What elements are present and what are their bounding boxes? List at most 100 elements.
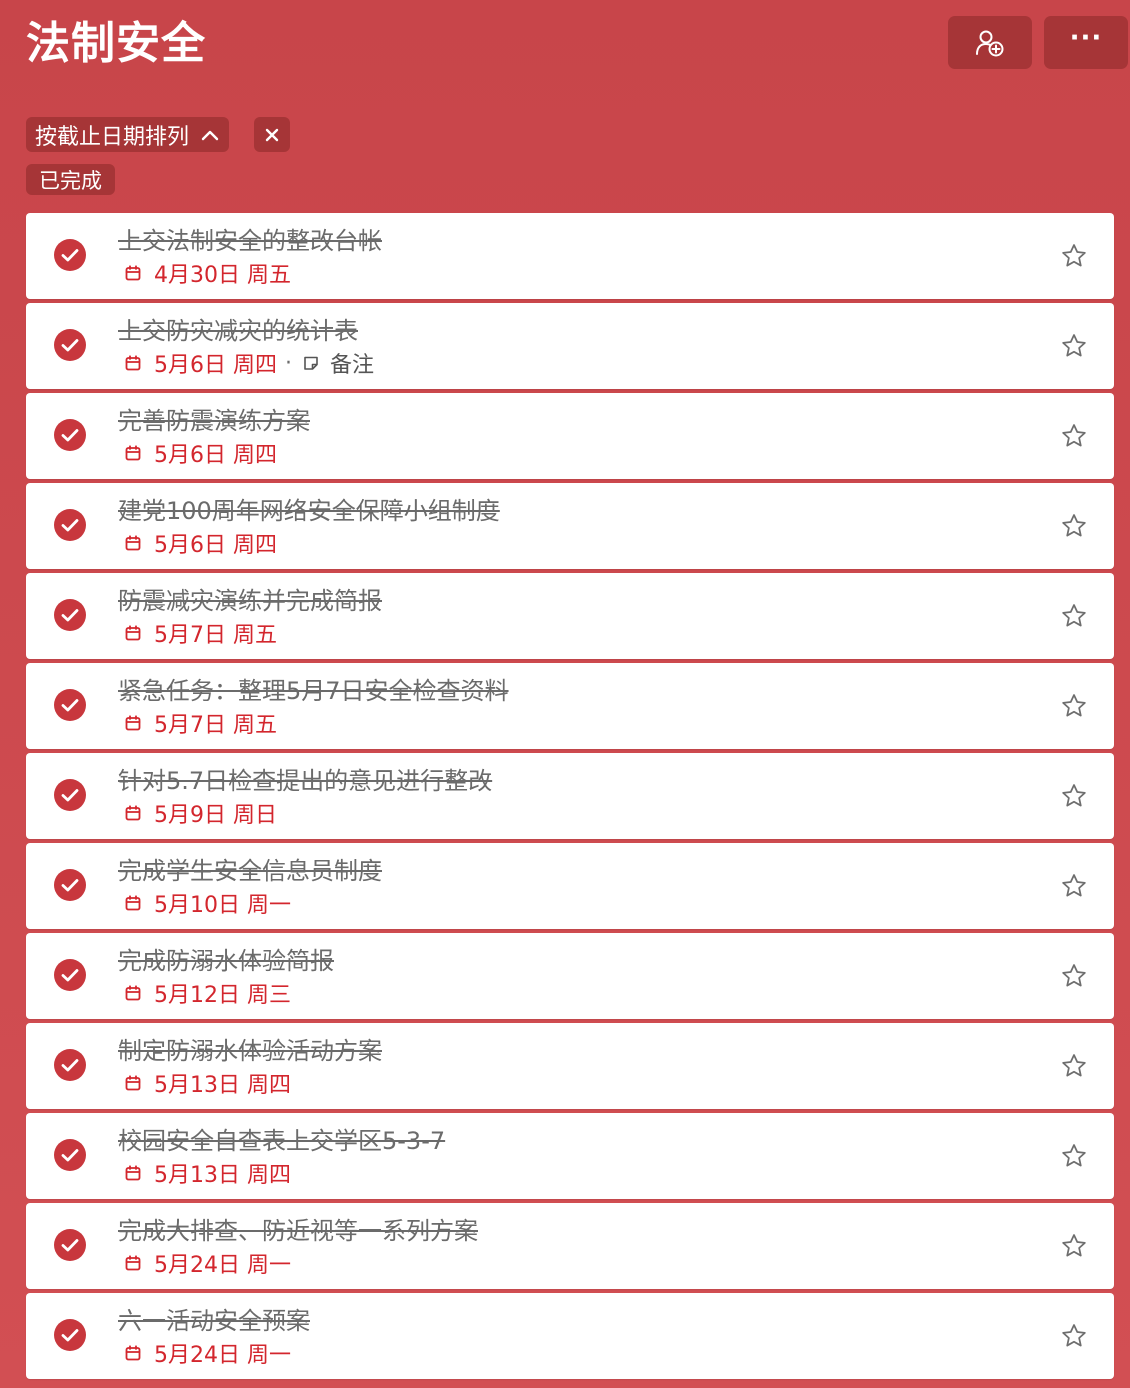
completed-checkbox[interactable] xyxy=(54,1139,86,1171)
task-row[interactable]: 完成学生安全信息员制度 5月10日 周一 xyxy=(26,843,1114,929)
checkmark-icon xyxy=(61,879,79,892)
task-list: 上交法制安全的整改台帐 4月30日 周五 上交防灾减灾的统计表 5月6日 周四 … xyxy=(26,213,1114,1383)
task-due-date: 5月6日 周四 xyxy=(154,353,277,378)
star-icon[interactable] xyxy=(1060,242,1088,270)
completed-checkbox[interactable] xyxy=(54,1319,86,1351)
completed-checkbox[interactable] xyxy=(54,509,86,541)
task-due-date: 4月30日 周五 xyxy=(154,263,291,288)
task-title: 上交法制安全的整改台帐 xyxy=(118,227,382,255)
calendar-icon xyxy=(124,534,142,552)
completed-checkbox[interactable] xyxy=(54,1049,86,1081)
completed-checkbox[interactable] xyxy=(54,239,86,271)
task-meta: 5月13日 周四 xyxy=(124,1158,291,1188)
task-title: 防震减灾演练并完成简报 xyxy=(118,587,382,615)
calendar-icon xyxy=(124,984,142,1002)
completed-checkbox[interactable] xyxy=(54,599,86,631)
task-row[interactable]: 校园安全自查表上交学区5-3-7 5月13日 周四 xyxy=(26,1113,1114,1199)
completed-checkbox[interactable] xyxy=(54,779,86,811)
calendar-icon xyxy=(124,1254,142,1272)
star-icon[interactable] xyxy=(1060,1232,1088,1260)
task-row[interactable]: 防震减灾演练并完成简报 5月7日 周五 xyxy=(26,573,1114,659)
task-due-date: 5月6日 周四 xyxy=(154,533,277,558)
star-icon[interactable] xyxy=(1060,1052,1088,1080)
star-icon[interactable] xyxy=(1060,422,1088,450)
task-meta: 5月6日 周四 xyxy=(124,528,277,558)
sort-by-due-date-chip[interactable]: 按截止日期排列 xyxy=(26,117,230,152)
checkmark-icon xyxy=(61,249,79,262)
star-icon[interactable] xyxy=(1060,1142,1088,1170)
task-row[interactable]: 上交防灾减灾的统计表 5月6日 周四 · 备注 xyxy=(26,303,1114,389)
task-row[interactable]: 紧急任务：整理5月7日安全检查资料 5月7日 周五 xyxy=(26,663,1114,749)
more-options-button[interactable]: ··· xyxy=(1044,16,1128,69)
task-meta: 5月9日 周日 xyxy=(124,798,277,828)
star-icon[interactable] xyxy=(1060,692,1088,720)
clear-sort-button[interactable] xyxy=(254,117,290,152)
checkmark-icon xyxy=(61,699,79,712)
task-title: 上交防灾减灾的统计表 xyxy=(118,317,358,345)
task-title: 六一活动安全预案 xyxy=(118,1307,310,1335)
share-list-button[interactable] xyxy=(948,16,1032,69)
task-meta: 5月6日 周四 xyxy=(124,438,277,468)
task-row[interactable]: 六一活动安全预案 5月24日 周一 xyxy=(26,1293,1114,1379)
task-row[interactable]: 制定防溺水体验活动方案 5月13日 周四 xyxy=(26,1023,1114,1109)
completed-checkbox[interactable] xyxy=(54,329,86,361)
task-row[interactable]: 完善防震演练方案 5月6日 周四 xyxy=(26,393,1114,479)
calendar-icon xyxy=(124,1074,142,1092)
task-meta: 5月24日 周一 xyxy=(124,1338,291,1368)
task-title: 完成大排查、防近视等一系列方案 xyxy=(118,1217,478,1245)
checkmark-icon xyxy=(61,429,79,442)
more-icon: ··· xyxy=(1069,22,1103,53)
task-meta: 5月7日 周五 xyxy=(124,618,277,648)
task-title: 完成学生安全信息员制度 xyxy=(118,857,382,885)
close-icon xyxy=(265,128,279,141)
task-title: 完善防震演练方案 xyxy=(118,407,310,435)
task-title: 紧急任务：整理5月7日安全检查资料 xyxy=(118,677,509,705)
completed-checkbox[interactable] xyxy=(54,869,86,901)
checkmark-icon xyxy=(61,1239,79,1252)
calendar-icon xyxy=(124,714,142,732)
calendar-icon xyxy=(124,894,142,912)
star-icon[interactable] xyxy=(1060,512,1088,540)
checkmark-icon xyxy=(61,1059,79,1072)
task-meta: 5月13日 周四 xyxy=(124,1068,291,1098)
task-meta: 5月10日 周一 xyxy=(124,888,291,918)
star-icon[interactable] xyxy=(1060,962,1088,990)
star-icon[interactable] xyxy=(1060,872,1088,900)
list-view: 法制安全 ··· 按截止日期排列 已完成 上交法制安全的整改台帐 4月30日 周… xyxy=(0,0,1130,1388)
calendar-icon xyxy=(124,1164,142,1182)
calendar-icon xyxy=(124,354,142,372)
checkmark-icon xyxy=(61,519,79,532)
task-due-date: 5月7日 周五 xyxy=(154,713,277,738)
task-due-date: 5月10日 周一 xyxy=(154,893,291,918)
task-due-date: 5月24日 周一 xyxy=(154,1253,291,1278)
meta-separator: · xyxy=(285,350,292,376)
calendar-icon xyxy=(124,1344,142,1362)
task-due-date: 5月13日 周四 xyxy=(154,1163,291,1188)
task-meta: 5月6日 周四 · 备注 xyxy=(124,348,374,378)
completed-group-label[interactable]: 已完成 xyxy=(26,164,115,195)
task-title: 制定防溺水体验活动方案 xyxy=(118,1037,382,1065)
completed-checkbox[interactable] xyxy=(54,959,86,991)
star-icon[interactable] xyxy=(1060,332,1088,360)
completed-checkbox[interactable] xyxy=(54,689,86,721)
task-meta: 4月30日 周五 xyxy=(124,258,291,288)
star-icon[interactable] xyxy=(1060,602,1088,630)
task-row[interactable]: 针对5.7日检查提出的意见进行整改 5月9日 周日 xyxy=(26,753,1114,839)
task-due-date: 5月9日 周日 xyxy=(154,803,277,828)
completed-checkbox[interactable] xyxy=(54,419,86,451)
chevron-up-icon xyxy=(201,129,219,141)
task-title: 针对5.7日检查提出的意见进行整改 xyxy=(118,767,493,795)
task-due-date: 5月6日 周四 xyxy=(154,443,277,468)
task-title: 校园安全自查表上交学区5-3-7 xyxy=(118,1127,446,1155)
task-row[interactable]: 建党100周年网络安全保障小组制度 5月6日 周四 xyxy=(26,483,1114,569)
list-title: 法制安全 xyxy=(26,18,206,69)
completed-checkbox[interactable] xyxy=(54,1229,86,1261)
star-icon[interactable] xyxy=(1060,782,1088,810)
task-due-date: 5月12日 周三 xyxy=(154,983,291,1008)
task-row[interactable]: 完成大排查、防近视等一系列方案 5月24日 周一 xyxy=(26,1203,1114,1289)
task-row[interactable]: 完成防溺水体验简报 5月12日 周三 xyxy=(26,933,1114,1019)
task-row[interactable]: 上交法制安全的整改台帐 4月30日 周五 xyxy=(26,213,1114,299)
task-due-date: 5月24日 周一 xyxy=(154,1343,291,1368)
checkmark-icon xyxy=(61,1149,79,1162)
star-icon[interactable] xyxy=(1060,1322,1088,1350)
